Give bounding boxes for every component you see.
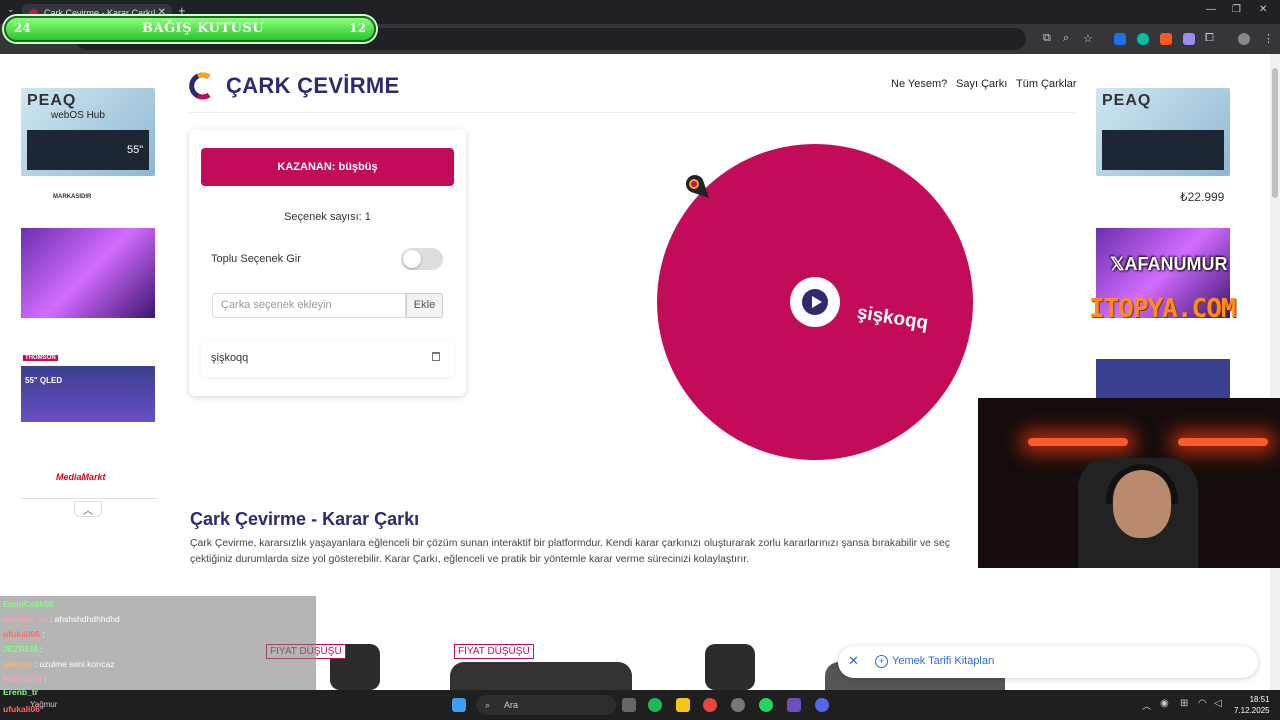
ad-thomson-left[interactable]: THOMSON 55" QLED (21, 350, 155, 440)
extension-icon[interactable] (1137, 33, 1149, 45)
bulk-entry-label: Toplu Seçenek Gir (211, 253, 301, 265)
task-view-icon[interactable] (622, 698, 636, 712)
chat-message: ufukali06 (3, 704, 40, 714)
ad-peaq-right[interactable]: PEAQ ₺22.999 (1096, 88, 1230, 208)
ad-price: ₺22.999 (1180, 190, 1225, 204)
ad-thomson-right[interactable] (1096, 350, 1230, 400)
search-icon: ⌕ (485, 700, 491, 710)
nav-link-tum-carklar[interactable]: Tüm Çarklar (1016, 78, 1077, 90)
language-icon[interactable]: ⊞ (1180, 698, 1188, 709)
donation-bar: 24 BAĞIŞ KUTUSU 12 (4, 16, 376, 42)
option-count: Seçenek sayısı: 1 (284, 211, 371, 223)
minimize-icon[interactable]: — (1206, 4, 1216, 15)
zoom-icon[interactable]: ⌕ (1063, 32, 1069, 45)
browser-menu-icon[interactable]: ⋮ (1263, 32, 1274, 45)
x-logo-icon: 𝕏 (1110, 254, 1125, 274)
webcam-feed (978, 398, 1280, 568)
whatsapp-icon[interactable] (759, 698, 773, 712)
tab-search-icon[interactable]: ⌄ (7, 4, 15, 15)
ad-tv-size: 55" (127, 144, 144, 156)
maximize-icon[interactable]: ❐ (1232, 4, 1241, 15)
extension-icon[interactable] (1114, 33, 1126, 45)
ad-divider (21, 498, 157, 499)
wifi-icon[interactable]: ◠ (1198, 698, 1207, 709)
clock-date: 7.12.2025 (1234, 706, 1270, 715)
ad-brand: PEAQ (27, 92, 77, 109)
nav-link-sayi-carki[interactable]: Sayı Çarkı (956, 78, 1007, 90)
sponsor-logo: ITOPYA.COM (1089, 294, 1237, 324)
ad-tv-left[interactable] (21, 228, 155, 318)
ad-thomson-label: THOMSON (23, 355, 58, 361)
ad-webos-text: webOS Hub (51, 110, 105, 121)
taskbar-search[interactable]: ⌕ Ara (476, 695, 616, 715)
profile-avatar[interactable] (1238, 33, 1250, 45)
bookmark-star-icon[interactable]: ☆ (1083, 32, 1093, 45)
chat-message: Fatih1126 : (3, 674, 47, 684)
chat-message: JEZREM : (3, 644, 43, 654)
section-text: Çark Çevirme, kararsızlık yaşayanlara eğ… (190, 538, 950, 565)
ad-mediamarkt: MediaMarkt (56, 472, 106, 482)
section-title: Çark Çevirme - Karar Çarkı (190, 509, 420, 529)
twitter-handle-overlay: 𝕏AFANUMUR (1110, 254, 1228, 274)
header-divider (189, 112, 1075, 113)
clock-time: 18:51 (1249, 695, 1270, 704)
donation-count-right: 12 (349, 21, 366, 35)
bulk-entry-toggle[interactable] (401, 248, 443, 270)
ad-brand: PEAQ (1102, 92, 1152, 109)
spin-button[interactable] (790, 277, 840, 327)
extensions-puzzle-icon[interactable]: ⧠ (1205, 32, 1214, 45)
donation-count-left: 24 (14, 21, 31, 35)
spotify-icon[interactable] (648, 698, 662, 712)
volume-icon[interactable]: ◁ (1214, 698, 1222, 709)
chat-message: Erenb_tr (3, 687, 38, 697)
scrollbar-thumb[interactable] (1272, 68, 1278, 198)
discord-icon[interactable] (815, 698, 829, 712)
play-icon (802, 289, 828, 315)
tray-app-icon[interactable]: ◉ (1160, 698, 1169, 709)
file-explorer-icon[interactable] (676, 698, 690, 712)
ad-qled: 55" QLED (25, 376, 63, 385)
windows-taskbar: Erenb_tr ufukali06 Yağmur ⌕ Ara ︿ ◉ ⊞ ◠ … (0, 687, 1280, 720)
winner-banner: KAZANAN: büşbüş (201, 148, 454, 186)
ad-markasidir: MARKASIDIR (53, 194, 92, 200)
tray-chevron-icon[interactable]: ︿ (1142, 699, 1151, 712)
install-icon[interactable]: ⧉ (1043, 32, 1051, 45)
donation-title: BAĞIŞ KUTUSU (142, 21, 265, 36)
chat-message: askosu : uzulme seni korıcaz (3, 659, 115, 669)
nav-link-ne-yesem[interactable]: Ne Yesem? (891, 78, 947, 90)
chat-overlay: EminCelik58 : anonim_ss : ahshshdhdhhdhd… (0, 596, 316, 690)
ad-peaq-left[interactable]: PEAQ webOS Hub 55" MARKASIDIR (21, 88, 155, 208)
option-item: şişkoqq (201, 341, 454, 377)
chat-message: ufukali06 : (3, 629, 45, 639)
page-scrollbar[interactable] (1270, 54, 1280, 690)
system-clock[interactable]: 18:51 7.12.2025 (1234, 694, 1270, 716)
site-logo-icon[interactable] (189, 71, 215, 101)
price-drop-badge: FIYAT DÜŞÜŞÜ (454, 644, 534, 659)
site-brand[interactable]: ÇARK ÇEVİRME (226, 73, 400, 99)
extension-icon[interactable] (1183, 33, 1195, 45)
extension-icon[interactable] (1160, 33, 1172, 45)
option-item-label: şişkoqq (211, 352, 249, 364)
ad-product-image[interactable] (450, 662, 632, 690)
recommendation-popup[interactable]: ✕ + Yemek Tarifi Kitapları (838, 646, 1258, 678)
app-icon[interactable] (787, 698, 801, 712)
settings-gear-icon[interactable] (731, 698, 745, 712)
page: ÇARK ÇEVİRME Ne Yesem? Sayı Çarkı Tüm Ça… (0, 54, 1270, 690)
chat-message: EminCelik58 : (3, 599, 59, 609)
options-panel: KAZANAN: büşbüş Seçenek sayısı: 1 Toplu … (189, 130, 466, 396)
recommendation-text[interactable]: Yemek Tarifi Kitapları (892, 655, 995, 667)
toggle-knob (403, 250, 421, 268)
wheel-pointer-icon (685, 175, 709, 198)
close-icon[interactable]: ✕ (848, 653, 859, 669)
add-circle-icon: + (875, 655, 888, 668)
ad-collapse-chevron-icon[interactable]: ︿ (74, 501, 102, 517)
add-option-input[interactable]: Çarka seçenek ekleyin (212, 293, 406, 318)
ad-product-image[interactable] (705, 644, 755, 690)
chat-message: anonim_ss : ahshshdhdhhdhd (3, 614, 120, 624)
chrome-icon[interactable] (703, 698, 717, 712)
close-window-icon[interactable]: ✕ (1259, 4, 1267, 15)
windows-start-icon[interactable] (452, 698, 466, 712)
delete-trash-icon[interactable] (432, 352, 440, 361)
add-option-button[interactable]: Ekle (406, 293, 443, 318)
